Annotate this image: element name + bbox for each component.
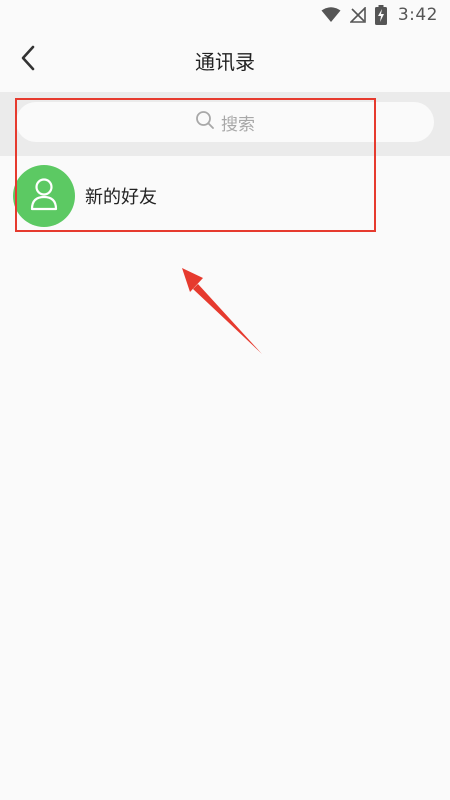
wifi-icon xyxy=(321,7,341,23)
avatar xyxy=(13,165,75,227)
list-item-label: 新的好友 xyxy=(85,187,157,208)
no-signal-icon xyxy=(349,7,366,23)
battery-charging-icon xyxy=(374,5,387,25)
status-time: 3:42 xyxy=(397,5,438,25)
contacts-screen: 3:42 通讯录 搜索 新的好友 xyxy=(0,0,450,800)
status-bar: 3:42 xyxy=(0,0,450,30)
list-item-new-friends[interactable]: 新的好友 xyxy=(0,160,450,232)
search-input[interactable]: 搜索 xyxy=(16,102,434,142)
search-bar-container: 搜索 xyxy=(0,92,450,156)
user-icon xyxy=(29,177,59,215)
search-placeholder: 搜索 xyxy=(221,114,255,135)
app-header: 通讯录 xyxy=(0,30,450,92)
search-icon xyxy=(195,110,215,134)
page-title: 通讯录 xyxy=(195,50,255,74)
